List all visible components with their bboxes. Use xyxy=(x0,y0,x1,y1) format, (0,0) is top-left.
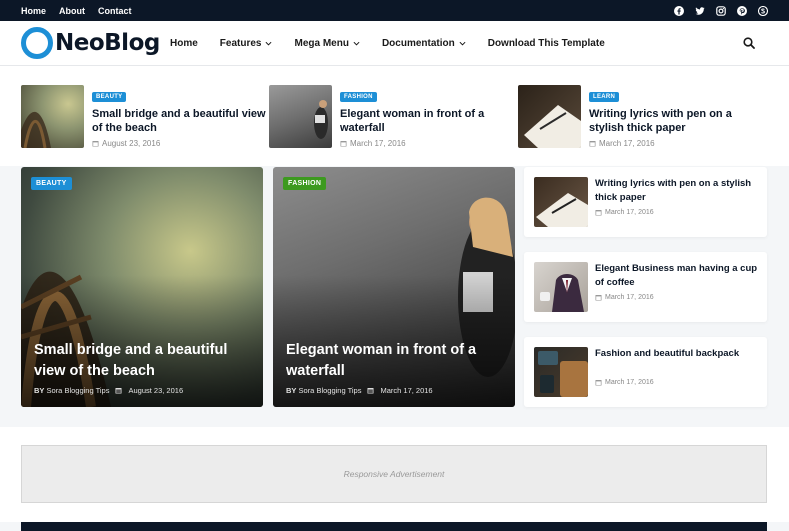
ticker-thumbnail[interactable] xyxy=(21,85,84,148)
ticker-date: August 23, 2016 xyxy=(102,139,161,148)
next-section-bar xyxy=(21,522,767,531)
nav-download-label: Download This Template xyxy=(487,37,605,49)
calendar-icon xyxy=(595,295,602,301)
ticker-meta: August 23, 2016 xyxy=(92,139,267,148)
calendar-icon xyxy=(367,388,374,394)
ticker-body: Beauty Small bridge and a beautiful view… xyxy=(92,85,267,148)
instagram-icon[interactable] xyxy=(716,5,726,16)
featured-post[interactable]: Beauty Small bridge and a beautiful view… xyxy=(21,167,263,407)
site-logo[interactable]: NeoBlog xyxy=(21,27,160,59)
chevron-down-icon xyxy=(265,41,272,46)
by-label: BY xyxy=(286,386,297,395)
side-meta: March 17, 2016 xyxy=(595,294,654,301)
calendar-icon xyxy=(595,210,602,216)
ticker-body: Fashion Elegant woman in front of a wate… xyxy=(340,85,515,148)
advertisement-box[interactable]: Responsive Advertisement xyxy=(21,445,767,503)
category-badge[interactable]: Fashion xyxy=(340,92,377,102)
ticker-date: March 17, 2016 xyxy=(350,139,406,148)
top-link-home[interactable]: Home xyxy=(21,6,46,16)
nav-download[interactable]: Download This Template xyxy=(488,38,605,49)
nav-documentation[interactable]: Documentation xyxy=(382,38,466,49)
author-name[interactable]: Sora Blogging Tips xyxy=(47,386,110,395)
calendar-icon xyxy=(92,141,99,147)
nav-documentation-label: Documentation xyxy=(381,37,455,49)
featured-title[interactable]: Small bridge and a beautiful view of the… xyxy=(34,340,256,382)
social-icons xyxy=(674,0,768,21)
category-badge[interactable]: Fashion xyxy=(283,177,327,190)
ticker-title[interactable]: Small bridge and a beautiful view of the… xyxy=(92,107,267,135)
calendar-icon xyxy=(595,380,602,386)
side-date: March 17, 2016 xyxy=(605,294,654,301)
facebook-icon[interactable] xyxy=(674,5,684,16)
category-badge[interactable]: Learn xyxy=(589,92,620,102)
side-title[interactable]: Elegant Business man having a cup of cof… xyxy=(595,262,760,290)
nav-mega-menu[interactable]: Mega Menu xyxy=(294,37,360,49)
category-badge[interactable]: Beauty xyxy=(92,92,127,102)
ticker-item[interactable]: Beauty Small bridge and a beautiful view… xyxy=(21,85,266,149)
logo-text: NeoBlog xyxy=(55,30,160,56)
featured-meta: BY Sora Blogging Tips August 23, 2016 xyxy=(34,386,183,395)
ticker-item[interactable]: Fashion Elegant woman in front of a wate… xyxy=(269,85,509,149)
side-title[interactable]: Fashion and beautiful backpack xyxy=(595,347,760,361)
by-label: BY xyxy=(34,386,45,395)
main-nav: Home Features Mega Menu Documentation Do… xyxy=(170,21,627,65)
side-meta: March 17, 2016 xyxy=(595,379,654,386)
ticker-date: March 17, 2016 xyxy=(599,139,655,148)
nav-home-label: Home xyxy=(170,37,198,49)
ticker-meta: March 17, 2016 xyxy=(340,139,515,148)
top-bar: Home About Contact xyxy=(0,0,789,21)
category-badge[interactable]: Beauty xyxy=(31,177,72,190)
side-date: March 17, 2016 xyxy=(605,379,654,386)
side-post[interactable]: Writing lyrics with pen on a stylish thi… xyxy=(524,167,767,237)
ticker-thumbnail[interactable] xyxy=(518,85,581,148)
side-thumbnail[interactable] xyxy=(534,347,588,397)
featured-meta: BY Sora Blogging Tips March 17, 2016 xyxy=(286,386,433,395)
ad-section: Responsive Advertisement xyxy=(0,427,789,522)
author-name[interactable]: Sora Blogging Tips xyxy=(299,386,362,395)
nav-features[interactable]: Features xyxy=(220,38,273,49)
ticker-meta: March 17, 2016 xyxy=(589,139,764,148)
calendar-icon xyxy=(340,141,347,147)
side-thumbnail[interactable] xyxy=(534,262,588,312)
ticker-title[interactable]: Writing lyrics with pen on a stylish thi… xyxy=(589,107,764,135)
skype-icon[interactable] xyxy=(758,5,768,16)
chevron-down-icon xyxy=(459,41,466,46)
ticker-title[interactable]: Elegant woman in front of a waterfall xyxy=(340,107,515,135)
top-link-about[interactable]: About xyxy=(59,6,85,16)
ticker-body: Learn Writing lyrics with pen on a styli… xyxy=(589,85,764,148)
side-post[interactable]: Fashion and beautiful backpack March 17,… xyxy=(524,337,767,407)
side-date: March 17, 2016 xyxy=(605,209,654,216)
ad-label: Responsive Advertisement xyxy=(343,469,445,479)
twitter-icon[interactable] xyxy=(695,6,705,16)
pinterest-icon[interactable] xyxy=(737,5,747,16)
calendar-icon xyxy=(589,141,596,147)
ticker-item[interactable]: Learn Writing lyrics with pen on a styli… xyxy=(518,85,758,149)
side-post[interactable]: Elegant Business man having a cup of cof… xyxy=(524,252,767,322)
post-ticker: Beauty Small bridge and a beautiful view… xyxy=(0,66,789,166)
featured-date: August 23, 2016 xyxy=(128,386,184,395)
site-header: NeoBlog Home Features Mega Menu Document… xyxy=(0,21,789,66)
featured-date: March 17, 2016 xyxy=(380,386,433,395)
top-links: Home About Contact xyxy=(21,0,132,21)
nav-mega-menu-label: Mega Menu xyxy=(294,37,349,49)
side-title[interactable]: Writing lyrics with pen on a stylish thi… xyxy=(595,177,760,205)
ticker-thumbnail[interactable] xyxy=(269,85,332,148)
calendar-icon xyxy=(115,388,122,394)
nav-home[interactable]: Home xyxy=(170,38,198,49)
top-link-contact[interactable]: Contact xyxy=(98,6,132,16)
nav-features-label: Features xyxy=(219,37,262,49)
side-thumbnail[interactable] xyxy=(534,177,588,227)
search-icon[interactable] xyxy=(743,37,755,49)
logo-ring-icon xyxy=(21,27,53,59)
featured-post[interactable]: Fashion Elegant woman in front of a wate… xyxy=(273,167,515,407)
featured-title[interactable]: Elegant woman in front of a waterfall xyxy=(286,340,508,382)
side-meta: March 17, 2016 xyxy=(595,209,654,216)
chevron-down-icon xyxy=(353,41,360,46)
